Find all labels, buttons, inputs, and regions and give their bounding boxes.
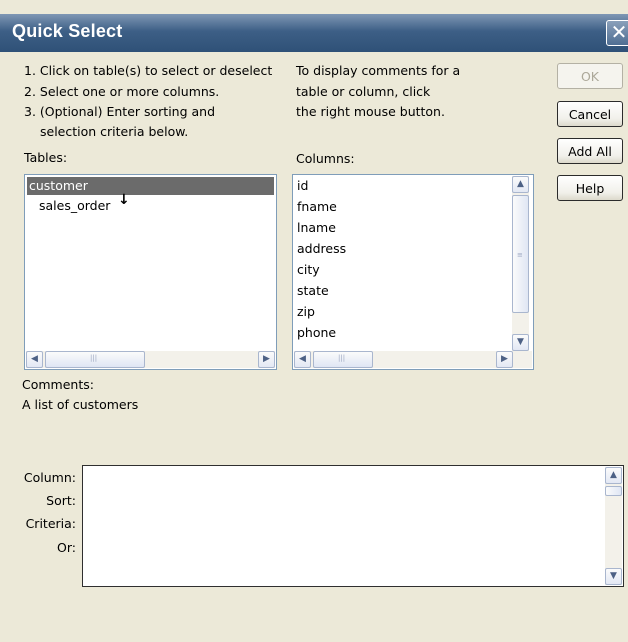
- column-item[interactable]: phone: [297, 325, 336, 340]
- table-item-sales-order[interactable]: sales_order: [39, 198, 110, 213]
- criteria-vscrollbar[interactable]: ▲ ▼: [605, 467, 622, 585]
- cancel-button[interactable]: Cancel: [557, 101, 623, 127]
- help-button[interactable]: Help: [557, 175, 623, 201]
- column-item[interactable]: state: [297, 283, 329, 298]
- criteria-row-label: Criteria:: [25, 516, 76, 531]
- scroll-thumb[interactable]: |||: [45, 351, 145, 368]
- ok-button[interactable]: OK: [557, 63, 623, 89]
- scroll-thumb[interactable]: [605, 486, 622, 496]
- arrow-down-icon[interactable]: ▼: [512, 334, 529, 351]
- comments-text: A list of customers: [22, 397, 139, 412]
- column-item[interactable]: zip: [297, 304, 315, 319]
- arrow-down-icon[interactable]: ▼: [605, 568, 622, 585]
- column-item[interactable]: city: [297, 262, 320, 277]
- columns-hscrollbar[interactable]: ◀ ||| ▶: [294, 351, 532, 368]
- dialog-title: Quick Select: [12, 21, 123, 41]
- column-item[interactable]: id: [297, 178, 308, 193]
- arrow-right-icon[interactable]: ▶: [496, 351, 513, 368]
- columns-vscrollbar[interactable]: ▲ ≡ ▼: [512, 176, 529, 351]
- quick-select-dialog: Quick Select ✕ 1. Click on table(s) to s…: [0, 0, 628, 642]
- scroll-thumb[interactable]: |||: [313, 351, 373, 368]
- scroll-thumb[interactable]: ≡: [512, 195, 529, 313]
- sort-row-label: Sort:: [46, 493, 76, 508]
- tables-hscrollbar[interactable]: ◀ ||| ▶: [26, 351, 275, 368]
- comment-hint-line-1: To display comments for a: [296, 63, 461, 78]
- comments-label: Comments:: [22, 377, 94, 392]
- column-row-label: Column:: [23, 470, 76, 485]
- instruction-line-1: 1. Click on table(s) to select or desele…: [24, 63, 273, 78]
- arrow-left-icon[interactable]: ◀: [26, 351, 43, 368]
- comment-hint-line-2: table or column, click: [296, 84, 431, 99]
- close-button[interactable]: ✕: [606, 20, 628, 46]
- column-item[interactable]: address: [297, 241, 346, 256]
- columns-list[interactable]: id fname lname address city state zip ph…: [292, 174, 534, 370]
- mouse-cursor-icon: ↓: [118, 192, 130, 208]
- tables-label: Tables:: [24, 150, 68, 165]
- arrow-right-icon[interactable]: ▶: [258, 351, 275, 368]
- tables-list[interactable]: customer sales_order ↓ ◀ ||| ▶: [24, 174, 277, 370]
- add-all-button[interactable]: Add All: [557, 138, 623, 164]
- close-icon: ✕: [610, 20, 628, 44]
- arrow-up-icon[interactable]: ▲: [605, 467, 622, 484]
- or-row-label: Or:: [57, 540, 76, 555]
- arrow-left-icon[interactable]: ◀: [294, 351, 311, 368]
- column-item[interactable]: fname: [297, 199, 337, 214]
- instruction-line-3: 3. (Optional) Enter sorting and: [24, 104, 216, 119]
- arrow-up-icon[interactable]: ▲: [512, 176, 529, 193]
- criteria-grid[interactable]: ▲ ▼: [82, 465, 624, 587]
- columns-label: Columns:: [296, 151, 355, 166]
- column-item[interactable]: lname: [297, 220, 336, 235]
- instruction-line-4: selection criteria below.: [40, 124, 189, 139]
- instruction-line-2: 2. Select one or more columns.: [24, 84, 220, 99]
- comment-hint-line-3: the right mouse button.: [296, 104, 445, 119]
- title-bar: Quick Select ✕: [0, 14, 628, 52]
- table-item-customer[interactable]: customer: [29, 178, 88, 193]
